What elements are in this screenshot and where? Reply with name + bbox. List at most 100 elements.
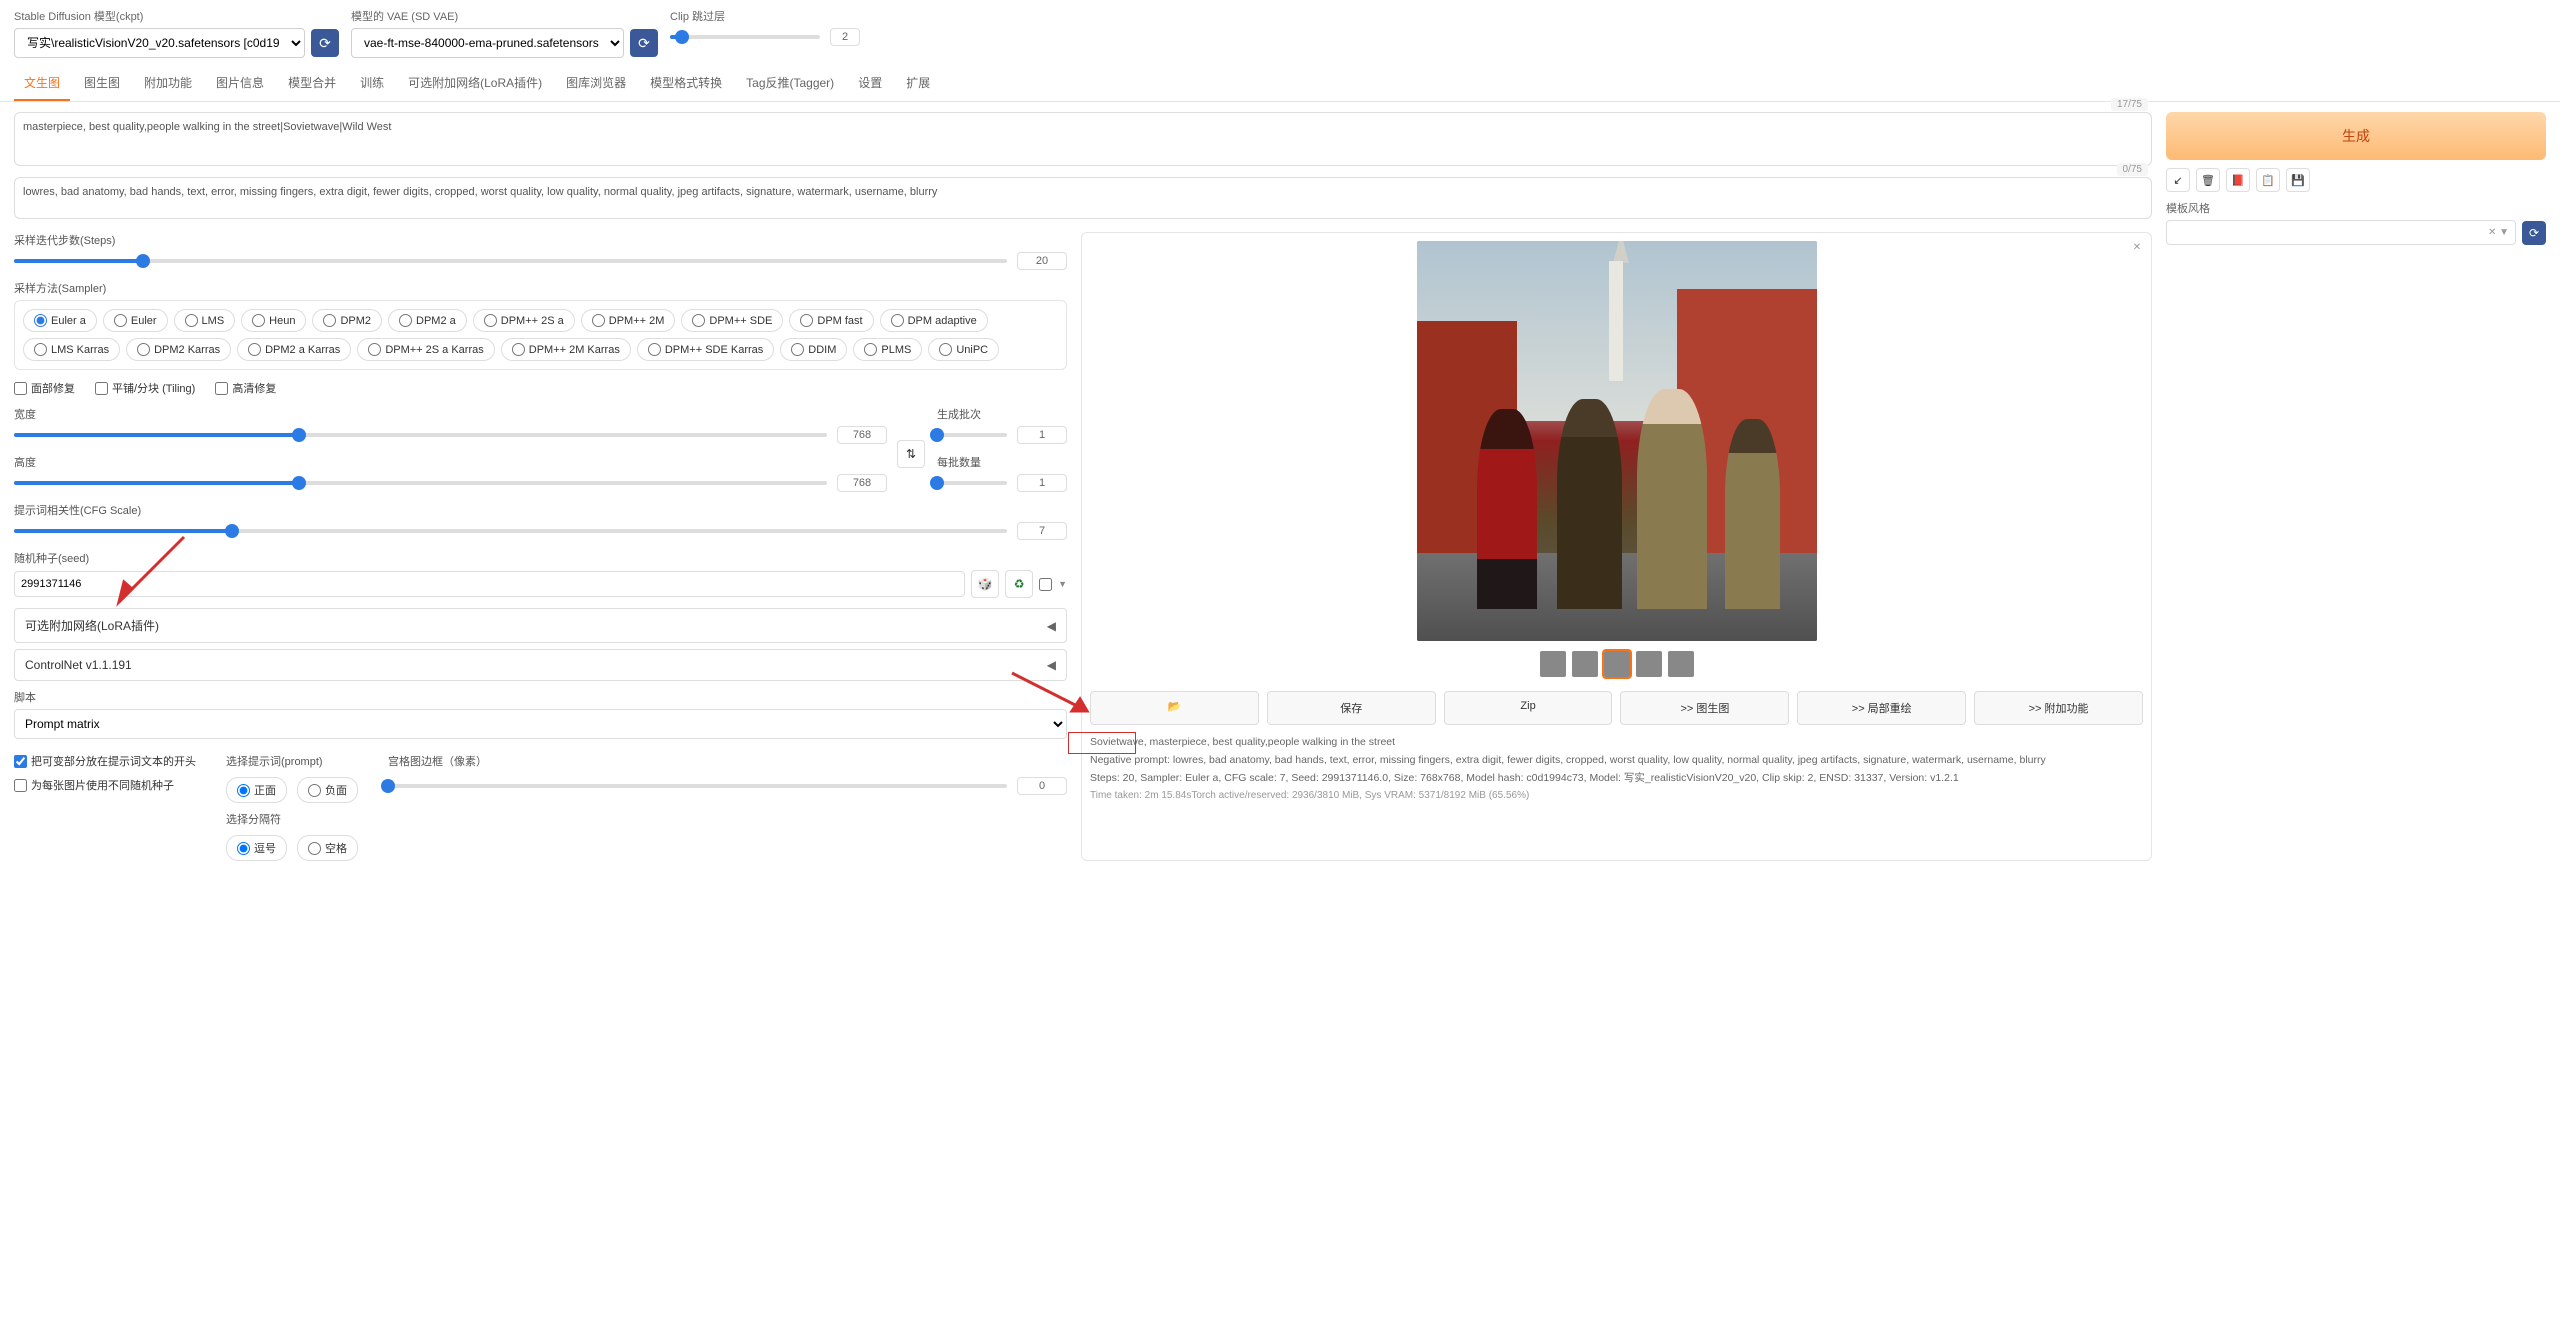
clipboard-icon[interactable]: 📋 — [2256, 168, 2280, 192]
sampler-DPM-fast[interactable]: DPM fast — [789, 309, 873, 332]
style-clear-icon[interactable]: ✕ ▼ — [2488, 227, 2509, 238]
sampler-DPM-adaptive[interactable]: DPM adaptive — [880, 309, 988, 332]
trash-icon[interactable]: 🗑 — [2196, 168, 2220, 192]
main-tabs: 文生图图生图附加功能图片信息模型合并训练可选附加网络(LoRA插件)图库浏览器模… — [0, 66, 2560, 102]
tab-0[interactable]: 文生图 — [14, 66, 70, 101]
cfg-value[interactable]: 7 — [1017, 522, 1067, 540]
sampler-LMS-Karras[interactable]: LMS Karras — [23, 338, 120, 361]
matrix-put-start-check[interactable]: 把可变部分放在提示词文本的开头 — [14, 753, 196, 769]
sampler-DPM---SDE-Karras[interactable]: DPM++ SDE Karras — [637, 338, 774, 361]
matrix-positive-radio[interactable]: 正面 — [226, 777, 287, 803]
seed-input[interactable] — [14, 571, 965, 597]
tab-1[interactable]: 图生图 — [74, 66, 130, 101]
sampler-DPM2-a-Karras[interactable]: DPM2 a Karras — [237, 338, 351, 361]
output-thumb[interactable] — [1604, 651, 1630, 677]
tab-4[interactable]: 模型合并 — [278, 66, 346, 101]
face-restore-check[interactable]: 面部修复 — [14, 380, 75, 396]
neg-token-count: 0/75 — [2117, 163, 2148, 176]
seed-dice-icon[interactable]: 🎲 — [971, 570, 999, 598]
batch-size-slider[interactable] — [937, 481, 1007, 485]
height-value[interactable]: 768 — [837, 474, 887, 492]
sampler-DPM---2M[interactable]: DPM++ 2M — [581, 309, 676, 332]
hires-check[interactable]: 高清修复 — [215, 380, 276, 396]
style-select[interactable]: ✕ ▼ — [2166, 220, 2516, 245]
output-close-icon[interactable]: ✕ — [2129, 239, 2145, 255]
swap-dims-icon[interactable]: ⇅ — [897, 440, 925, 468]
save-button[interactable]: 保存 — [1267, 691, 1436, 725]
tab-7[interactable]: 图库浏览器 — [556, 66, 636, 101]
sampler-DPM---2S-a[interactable]: DPM++ 2S a — [473, 309, 575, 332]
sampler-DPM---SDE[interactable]: DPM++ SDE — [681, 309, 783, 332]
accordion-arrow-icon: ◀ — [1047, 619, 1056, 633]
model-select[interactable]: 写实\realisticVisionV20_v20.safetensors [c… — [14, 28, 305, 58]
height-slider[interactable] — [14, 481, 827, 485]
matrix-margin-slider[interactable] — [388, 784, 1007, 788]
matrix-diff-seed-check[interactable]: 为每张图片使用不同随机种子 — [14, 777, 196, 793]
sampler-DDIM[interactable]: DDIM — [780, 338, 847, 361]
seed-extra-check[interactable] — [1039, 578, 1052, 591]
steps-value[interactable]: 20 — [1017, 252, 1067, 270]
sampler-LMS[interactable]: LMS — [174, 309, 236, 332]
tab-5[interactable]: 训练 — [350, 66, 394, 101]
open-folder-button[interactable]: 📂 — [1090, 691, 1259, 725]
matrix-negative-radio[interactable]: 负面 — [297, 777, 358, 803]
clip-value[interactable]: 2 — [830, 28, 860, 46]
width-value[interactable]: 768 — [837, 426, 887, 444]
output-thumb[interactable] — [1636, 651, 1662, 677]
generate-button[interactable]: 生成 — [2166, 112, 2546, 160]
tab-6[interactable]: 可选附加网络(LoRA插件) — [398, 66, 552, 101]
sampler-Heun[interactable]: Heun — [241, 309, 306, 332]
zip-button[interactable]: Zip — [1444, 691, 1613, 725]
arrow-icon[interactable]: ↙ — [2166, 168, 2190, 192]
seed-recycle-icon[interactable]: ♻ — [1005, 570, 1033, 598]
output-thumb[interactable] — [1572, 651, 1598, 677]
sampler-PLMS[interactable]: PLMS — [853, 338, 922, 361]
pos-token-count: 17/75 — [2111, 98, 2148, 111]
negative-prompt[interactable]: lowres, bad anatomy, bad hands, text, er… — [14, 177, 2152, 219]
width-slider[interactable] — [14, 433, 827, 437]
sampler-DPM---2M-Karras[interactable]: DPM++ 2M Karras — [501, 338, 631, 361]
controlnet-accordion[interactable]: ControlNet v1.1.191◀ — [14, 649, 1067, 681]
matrix-comma-radio[interactable]: 逗号 — [226, 835, 287, 861]
chevron-down-icon[interactable]: ▼ — [1058, 579, 1067, 589]
sampler-DPM---2S-a-Karras[interactable]: DPM++ 2S a Karras — [357, 338, 494, 361]
tab-8[interactable]: 模型格式转换 — [640, 66, 732, 101]
output-thumb[interactable] — [1668, 651, 1694, 677]
positive-prompt[interactable]: masterpiece, best quality,people walking… — [14, 112, 2152, 166]
model-refresh-icon[interactable]: ⟳ — [311, 29, 339, 57]
accordion-arrow-icon: ◀ — [1047, 658, 1056, 672]
vae-select[interactable]: vae-ft-mse-840000-ema-pruned.safetensors — [351, 28, 624, 58]
matrix-space-radio[interactable]: 空格 — [297, 835, 358, 861]
style-refresh-icon[interactable]: ⟳ — [2522, 221, 2546, 245]
vae-refresh-icon[interactable]: ⟳ — [630, 29, 658, 57]
lora-accordion[interactable]: 可选附加网络(LoRA插件)◀ — [14, 608, 1067, 643]
tab-3[interactable]: 图片信息 — [206, 66, 274, 101]
sampler-UniPC[interactable]: UniPC — [928, 338, 999, 361]
sampler-Euler[interactable]: Euler — [103, 309, 168, 332]
bookmark-icon[interactable]: 📕 — [2226, 168, 2250, 192]
script-select[interactable]: Prompt matrix — [14, 709, 1067, 739]
tiling-check[interactable]: 平铺/分块 (Tiling) — [95, 380, 195, 396]
batch-count-value[interactable]: 1 — [1017, 426, 1067, 444]
sampler-Euler-a[interactable]: Euler a — [23, 309, 97, 332]
clip-slider[interactable] — [670, 35, 820, 39]
send-inpaint-button[interactable]: >> 局部重绘 — [1797, 691, 1966, 725]
send-extras-button[interactable]: >> 附加功能 — [1974, 691, 2143, 725]
tab-9[interactable]: Tag反推(Tagger) — [736, 66, 844, 101]
sampler-DPM2-a[interactable]: DPM2 a — [388, 309, 467, 332]
send-img2img-button[interactable]: >> 图生图 — [1620, 691, 1789, 725]
tab-2[interactable]: 附加功能 — [134, 66, 202, 101]
steps-slider[interactable] — [14, 259, 1007, 263]
tab-10[interactable]: 设置 — [848, 66, 892, 101]
sampler-DPM2-Karras[interactable]: DPM2 Karras — [126, 338, 231, 361]
save-style-icon[interactable]: 💾 — [2286, 168, 2310, 192]
tab-11[interactable]: 扩展 — [896, 66, 940, 101]
output-thumb[interactable] — [1540, 651, 1566, 677]
batch-count-slider[interactable] — [937, 433, 1007, 437]
model-label: Stable Diffusion 模型(ckpt) — [14, 8, 339, 24]
cfg-slider[interactable] — [14, 529, 1007, 533]
output-image[interactable] — [1417, 241, 1817, 641]
batch-size-value[interactable]: 1 — [1017, 474, 1067, 492]
sampler-DPM2[interactable]: DPM2 — [312, 309, 382, 332]
matrix-margin-value[interactable]: 0 — [1017, 777, 1067, 795]
